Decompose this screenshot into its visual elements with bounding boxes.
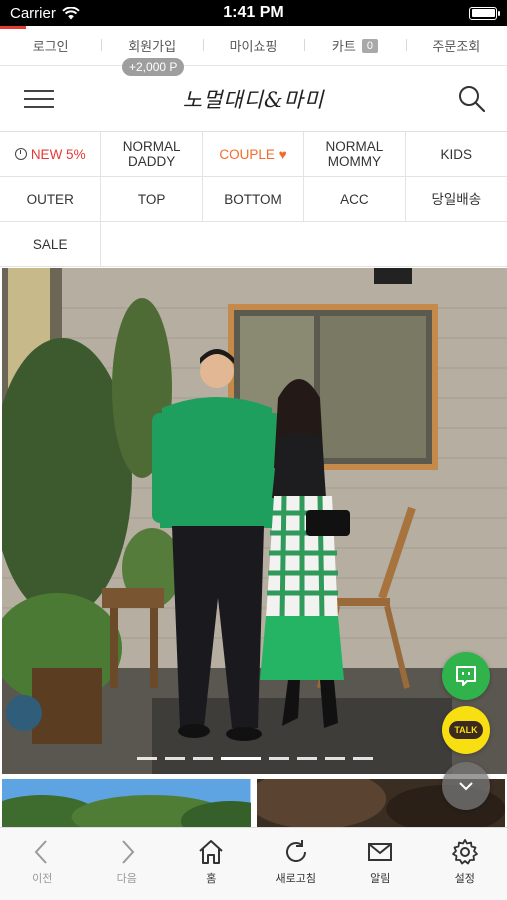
menu-icon[interactable] bbox=[24, 90, 54, 108]
category-grid: NEW 5% NORMAL DADDY COUPLE ♥ NORMAL MOMM… bbox=[0, 132, 507, 267]
category-acc[interactable]: ACC bbox=[304, 177, 406, 222]
chevron-right-icon bbox=[122, 840, 135, 864]
category-normal-daddy[interactable]: NORMAL DADDY bbox=[101, 132, 203, 177]
cart-count-badge: 0 bbox=[361, 38, 378, 53]
forward-button[interactable]: 다음 bbox=[85, 828, 170, 900]
category-outer[interactable]: OUTER bbox=[0, 177, 102, 222]
thumbnail-strip bbox=[0, 779, 507, 827]
settings-label: 설정 bbox=[454, 873, 475, 885]
top-links: 로그인 회원가입 마이쇼핑 카트 0 주문조회 bbox=[0, 26, 507, 66]
category-label: ACC bbox=[340, 191, 369, 207]
login-label: 로그인 bbox=[32, 39, 69, 54]
category-new[interactable]: NEW 5% bbox=[0, 132, 102, 177]
category-label: BOTTOM bbox=[224, 191, 282, 207]
slider-dots bbox=[2, 757, 507, 760]
category-label: OUTER bbox=[26, 191, 74, 207]
logo[interactable]: 노멀대디&마미 bbox=[183, 84, 325, 114]
slider-dot[interactable] bbox=[268, 757, 289, 760]
chevron-down-icon bbox=[459, 782, 473, 791]
wifi-icon bbox=[62, 6, 80, 19]
gear-icon bbox=[451, 839, 478, 865]
mail-icon bbox=[368, 843, 393, 861]
category-same-day[interactable]: 당일배송 bbox=[405, 177, 507, 222]
refresh-icon bbox=[285, 840, 306, 863]
slider-dot[interactable] bbox=[136, 757, 157, 760]
notice-button[interactable]: 알림 bbox=[338, 828, 423, 900]
category-label: NEW 5% bbox=[30, 146, 86, 162]
chat-button[interactable] bbox=[442, 652, 490, 700]
hero-banner[interactable] bbox=[2, 268, 507, 774]
thumbnail-1[interactable] bbox=[2, 779, 251, 827]
hero-image bbox=[2, 268, 507, 774]
thumbnail-image bbox=[2, 779, 251, 827]
category-kids[interactable]: KIDS bbox=[405, 132, 507, 177]
battery-icon bbox=[469, 6, 500, 20]
cart-label: 카트 bbox=[331, 39, 356, 54]
chat-icon bbox=[456, 666, 476, 686]
category-couple[interactable]: COUPLE ♥ bbox=[202, 132, 305, 177]
slider-dot[interactable] bbox=[296, 757, 317, 760]
order-lookup-link[interactable]: 주문조회 bbox=[405, 36, 507, 55]
slider-dot[interactable] bbox=[192, 757, 213, 760]
slider-dot[interactable] bbox=[220, 757, 261, 760]
signup-label: 회원가입 bbox=[128, 39, 177, 54]
forward-label: 다음 bbox=[116, 873, 137, 885]
slider-dot[interactable] bbox=[352, 757, 373, 760]
scroll-down-button[interactable] bbox=[442, 762, 490, 810]
signup-link[interactable]: 회원가입 bbox=[101, 36, 202, 55]
notice-label: 알림 bbox=[370, 873, 391, 885]
category-label: 당일배송 bbox=[431, 191, 482, 207]
talk-label: TALK bbox=[449, 721, 483, 739]
signup-point-badge: +2,000 P bbox=[122, 58, 185, 76]
slider-dot[interactable] bbox=[324, 757, 345, 760]
category-label: TOP bbox=[137, 191, 166, 207]
category-label: KIDS bbox=[440, 146, 473, 162]
home-icon bbox=[199, 840, 223, 864]
category-normal-mommy[interactable]: NORMAL MOMMY bbox=[304, 132, 406, 177]
order-lookup-label: 주문조회 bbox=[432, 39, 481, 54]
status-left: Carrier bbox=[10, 5, 80, 22]
back-button[interactable]: 이전 bbox=[0, 828, 85, 900]
status-bar: Carrier 1:41 PM bbox=[0, 0, 507, 26]
category-sale[interactable]: SALE bbox=[0, 222, 102, 267]
category-empty-cell bbox=[101, 222, 507, 267]
category-bottom[interactable]: BOTTOM bbox=[202, 177, 305, 222]
refresh-button[interactable]: 새로고침 bbox=[254, 828, 339, 900]
clock-icon bbox=[14, 148, 27, 160]
bottom-toolbar: 이전 다음 홈 새로고침 알림 설정 bbox=[0, 827, 507, 900]
login-link[interactable]: 로그인 bbox=[0, 36, 101, 55]
cart-link[interactable]: 카트 0 bbox=[304, 36, 405, 55]
category-label: COUPLE ♥ bbox=[219, 146, 287, 162]
home-button[interactable]: 홈 bbox=[169, 828, 254, 900]
category-top[interactable]: TOP bbox=[101, 177, 203, 222]
category-label: SALE bbox=[32, 236, 68, 252]
slider-dot[interactable] bbox=[164, 757, 185, 760]
refresh-label: 새로고침 bbox=[275, 873, 316, 885]
category-label: NORMAL MOMMY bbox=[325, 139, 384, 169]
search-icon[interactable] bbox=[457, 84, 487, 114]
header: 노멀대디&마미 bbox=[0, 66, 507, 132]
kakao-talk-button[interactable]: TALK bbox=[442, 706, 490, 754]
myshop-label: 마이쇼핑 bbox=[229, 39, 278, 54]
settings-button[interactable]: 설정 bbox=[423, 828, 507, 900]
back-label: 이전 bbox=[32, 873, 53, 885]
chevron-left-icon bbox=[34, 840, 47, 864]
home-label: 홈 bbox=[206, 873, 217, 885]
myshop-link[interactable]: 마이쇼핑 bbox=[202, 36, 304, 55]
carrier-label: Carrier bbox=[10, 4, 56, 22]
category-label: NORMAL DADDY bbox=[122, 139, 181, 169]
